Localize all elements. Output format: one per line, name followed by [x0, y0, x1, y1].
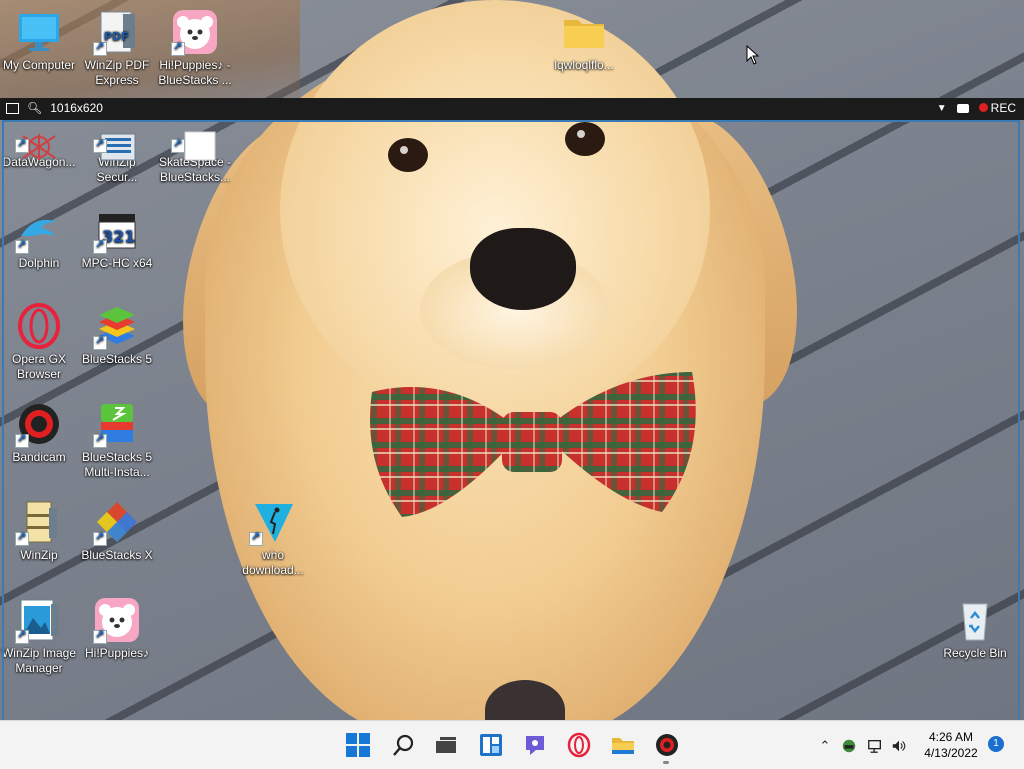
monitor-icon	[15, 8, 63, 56]
taskbar: ⌃ 4:26 AM 4/13/2022	[0, 720, 1024, 769]
folder-icon	[560, 8, 608, 56]
app-tray-icon[interactable]	[840, 737, 858, 755]
desktop-icon-winzip-pdf[interactable]: PDF WinZip PDF Express	[79, 8, 155, 88]
bandicam-taskbar-button[interactable]	[652, 730, 682, 760]
opera-icon	[15, 302, 63, 350]
desktop-icon-hipuppies-bluestacks[interactable]: Hi!Puppies♪ - BlueStacks ...	[157, 8, 233, 88]
desktop-icon-opera-gx[interactable]: Opera GX Browser	[1, 302, 77, 382]
desktop-icon-winzip-image[interactable]: WinZip Image Manager	[1, 596, 77, 676]
chat-icon	[526, 736, 544, 755]
dolphin-icon	[15, 206, 63, 254]
camera-icon[interactable]	[956, 103, 969, 113]
desktop-icon-recycle-bin[interactable]: Recycle Bin	[937, 596, 1013, 661]
datawagon-icon	[15, 123, 63, 160]
desktop-icon-bluestacks-multi[interactable]: BlueStacks 5 Multi-Insta...	[79, 400, 155, 480]
start-icon	[346, 733, 370, 757]
widgets-icon	[480, 734, 502, 756]
puppy-app-icon	[171, 8, 219, 56]
mouse-cursor-icon	[746, 45, 760, 65]
desktop-icon-folder[interactable]: lqwloqlflo...	[546, 8, 622, 73]
desktop-icon-bluestacks-x[interactable]: BlueStacks X	[79, 498, 155, 563]
task-view-icon	[436, 737, 456, 753]
blank-app-icon	[171, 123, 219, 161]
svg-text:PDF: PDF	[104, 30, 129, 43]
start-button[interactable]	[343, 730, 373, 760]
notification-badge[interactable]: 1	[988, 736, 1004, 752]
opera-taskbar-button[interactable]	[564, 730, 594, 760]
desktop-icon-winzip-secure[interactable]: WinZip Secur...	[79, 123, 155, 185]
system-clock[interactable]: 4:26 AM 4/13/2022	[916, 729, 986, 761]
pdf-icon: PDF	[93, 8, 141, 56]
winzip-secure-icon	[93, 123, 141, 161]
chat-button[interactable]	[520, 730, 550, 760]
winzip-icon	[15, 498, 63, 546]
network-icon[interactable]	[866, 737, 884, 755]
widgets-button[interactable]	[476, 730, 506, 760]
desktop-icon-who-download[interactable]: who download...	[235, 498, 311, 578]
who-icon	[249, 498, 297, 546]
bluestacks-icon	[93, 302, 141, 350]
clock-date: 4/13/2022	[924, 746, 978, 760]
capture-resolution: 1016x620	[50, 101, 103, 115]
bluestacks-multi-icon	[93, 400, 141, 448]
show-hidden-icons-chevron-up-icon[interactable]: ⌃	[816, 737, 834, 755]
desktop-icon-hipuppies[interactable]: Hi!Puppies♪	[79, 596, 155, 661]
bandicam-icon	[656, 734, 678, 756]
opera-icon	[567, 732, 591, 758]
desktop-icon-mpc-hc[interactable]: 321 MPC-HC x64	[79, 206, 155, 271]
volume-icon[interactable]	[890, 737, 908, 755]
desktop-icon-skatespace[interactable]: SkateSpace - BlueStacks...	[157, 123, 233, 185]
puppy-eye-left	[388, 138, 428, 172]
puppy-eye-right	[565, 122, 605, 156]
bluestacks-x-icon	[93, 498, 141, 546]
record-dot-icon	[978, 103, 988, 112]
search-icon	[393, 734, 414, 756]
desktop-icon-winzip[interactable]: WinZip	[1, 498, 77, 563]
record-button[interactable]: REC	[978, 101, 1016, 115]
search-button[interactable]	[389, 730, 419, 760]
task-view-button[interactable]	[431, 730, 461, 760]
puppy-app-icon	[93, 596, 141, 644]
screen-capture-toolbar: 🔍︎ 1016x620 ▼ REC	[0, 98, 1024, 120]
desktop-icon-bluestacks5[interactable]: BlueStacks 5	[79, 302, 155, 367]
file-explorer-button[interactable]	[608, 730, 638, 760]
winzip-image-icon	[15, 596, 63, 644]
svg-text:321: 321	[102, 227, 135, 246]
desktop-icon-bandicam[interactable]: Bandicam	[1, 400, 77, 465]
clock-time: 4:26 AM	[928, 730, 974, 744]
bowtie-image	[370, 372, 696, 517]
desktop-icon-datawagon[interactable]: DataWagon...	[1, 123, 77, 170]
dropdown-arrow-icon[interactable]: ▼	[937, 103, 947, 114]
desktop-icon-my-computer[interactable]: My Computer	[1, 8, 77, 73]
recycle-bin-icon	[951, 596, 999, 644]
puppy-nose	[470, 228, 576, 310]
file-explorer-icon	[612, 738, 634, 754]
mpc-icon: 321	[93, 206, 141, 254]
desktop-icon-dolphin[interactable]: Dolphin	[1, 206, 77, 271]
bandicam-icon	[15, 400, 63, 448]
capture-window-icon[interactable]	[6, 102, 19, 114]
zoom-icon[interactable]: 🔍︎	[27, 101, 42, 115]
active-app-indicator	[663, 761, 669, 764]
